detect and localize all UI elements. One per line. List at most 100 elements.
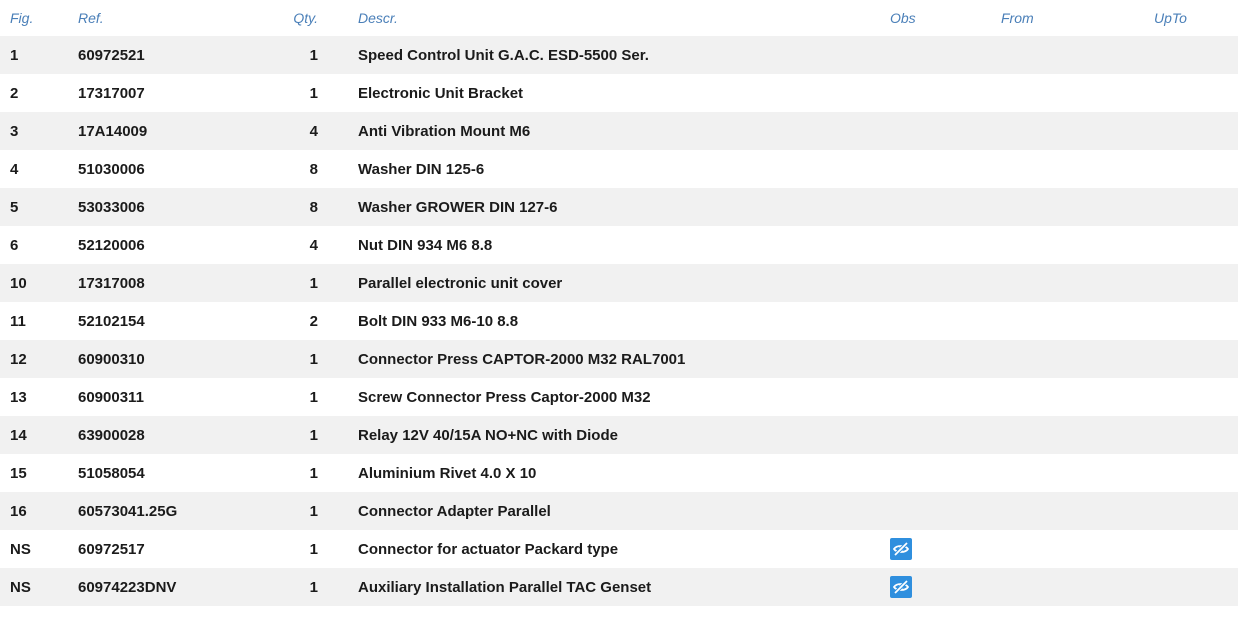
table-row[interactable]: 1 60972521 1 Speed Control Unit G.A.C. ESD-…	[0, 36, 1238, 74]
table-row[interactable]: 11 52102154 2 Bolt DIN 933 M6-10 8.8	[0, 302, 1238, 340]
cell-from	[1001, 378, 1154, 416]
column-header-descr[interactable]: Descr.	[358, 0, 890, 36]
cell-descr: Anti Vibration Mount M6	[358, 112, 890, 150]
cell-fig: 4	[0, 150, 78, 188]
cell-fig: 13	[0, 378, 78, 416]
table-row[interactable]: 12 60900310 1 Connector Press CAPTOR-2000 M…	[0, 340, 1238, 378]
cell-ref: 52102154	[78, 302, 278, 340]
cell-upto	[1154, 226, 1238, 264]
cell-upto	[1154, 454, 1238, 492]
cell-upto	[1154, 74, 1238, 112]
cell-descr: Bolt DIN 933 M6-10 8.8	[358, 302, 890, 340]
column-header-upto[interactable]: UpTo	[1154, 0, 1238, 36]
cell-qty: 4	[278, 226, 358, 264]
cell-fig: 10	[0, 264, 78, 302]
cell-from	[1001, 302, 1154, 340]
table-row[interactable]: 4 51030006 8 Washer DIN 125-6	[0, 150, 1238, 188]
cell-from	[1001, 226, 1154, 264]
cell-ref: 60972521	[78, 36, 278, 74]
table-row[interactable]: NS 60974223DNV 1 Auxiliary Installation Par…	[0, 568, 1238, 606]
cell-upto	[1154, 264, 1238, 302]
eye-slash-icon[interactable]	[890, 538, 912, 560]
parts-table: Fig. Ref. Qty. Descr. Obs From UpTo 1 609…	[0, 0, 1238, 606]
cell-ref: 17317008	[78, 264, 278, 302]
cell-qty: 8	[278, 188, 358, 226]
cell-qty: 1	[278, 492, 358, 530]
cell-descr: Parallel electronic unit cover	[358, 264, 890, 302]
cell-from	[1001, 340, 1154, 378]
cell-obs	[890, 378, 1001, 416]
cell-descr: Electronic Unit Bracket	[358, 74, 890, 112]
cell-ref: 17317007	[78, 74, 278, 112]
cell-ref: 52120006	[78, 226, 278, 264]
cell-qty: 4	[278, 112, 358, 150]
column-header-qty[interactable]: Qty.	[278, 0, 358, 36]
column-header-fig[interactable]: Fig.	[0, 0, 78, 36]
column-header-obs[interactable]: Obs	[890, 0, 1001, 36]
cell-obs	[890, 226, 1001, 264]
table-row[interactable]: 5 53033006 8 Washer GROWER DIN 127-6	[0, 188, 1238, 226]
column-header-ref[interactable]: Ref.	[78, 0, 278, 36]
cell-descr: Connector Adapter Parallel	[358, 492, 890, 530]
table-row[interactable]: NS 60972517 1 Connector for actuator Packar…	[0, 530, 1238, 568]
cell-qty: 1	[278, 530, 358, 568]
cell-fig: NS	[0, 568, 78, 606]
cell-obs	[890, 340, 1001, 378]
cell-qty: 8	[278, 150, 358, 188]
table-row[interactable]: 3 17A14009 4 Anti Vibration Mount M6	[0, 112, 1238, 150]
cell-descr: Nut DIN 934 M6 8.8	[358, 226, 890, 264]
cell-fig: 16	[0, 492, 78, 530]
cell-descr: Washer GROWER DIN 127-6	[358, 188, 890, 226]
cell-obs	[890, 150, 1001, 188]
cell-ref: 60573041.25G	[78, 492, 278, 530]
cell-upto	[1154, 112, 1238, 150]
column-header-from[interactable]: From	[1001, 0, 1154, 36]
cell-from	[1001, 188, 1154, 226]
cell-from	[1001, 530, 1154, 568]
cell-descr: Auxiliary Installation Parallel TAC Gens…	[358, 568, 890, 606]
cell-fig: NS	[0, 530, 78, 568]
cell-fig: 3	[0, 112, 78, 150]
table-row[interactable]: 14 63900028 1 Relay 12V 40/15A NO+NC with D…	[0, 416, 1238, 454]
cell-upto	[1154, 188, 1238, 226]
table-row[interactable]: 13 60900311 1 Screw Connector Press Captor-…	[0, 378, 1238, 416]
cell-obs	[890, 302, 1001, 340]
cell-ref: 63900028	[78, 416, 278, 454]
table-row[interactable]: 6 52120006 4 Nut DIN 934 M6 8.8	[0, 226, 1238, 264]
cell-upto	[1154, 340, 1238, 378]
cell-ref: 60900311	[78, 378, 278, 416]
table-row[interactable]: 10 17317008 1 Parallel electronic unit cove…	[0, 264, 1238, 302]
cell-ref: 51030006	[78, 150, 278, 188]
cell-from	[1001, 74, 1154, 112]
cell-from	[1001, 454, 1154, 492]
cell-fig: 6	[0, 226, 78, 264]
cell-from	[1001, 36, 1154, 74]
table-row[interactable]: 2 17317007 1 Electronic Unit Bracket	[0, 74, 1238, 112]
cell-from	[1001, 568, 1154, 606]
table-row[interactable]: 16 60573041.25G 1 Connector Adapter Paralle…	[0, 492, 1238, 530]
cell-descr: Washer DIN 125-6	[358, 150, 890, 188]
table-row[interactable]: 15 51058054 1 Aluminium Rivet 4.0 X 10	[0, 454, 1238, 492]
cell-qty: 1	[278, 416, 358, 454]
eye-slash-icon[interactable]	[890, 576, 912, 598]
cell-fig: 5	[0, 188, 78, 226]
cell-descr: Aluminium Rivet 4.0 X 10	[358, 454, 890, 492]
cell-qty: 1	[278, 340, 358, 378]
cell-obs	[890, 530, 1001, 568]
cell-fig: 1	[0, 36, 78, 74]
cell-upto	[1154, 530, 1238, 568]
cell-obs	[890, 36, 1001, 74]
cell-fig: 11	[0, 302, 78, 340]
cell-obs	[890, 568, 1001, 606]
cell-from	[1001, 492, 1154, 530]
cell-fig: 15	[0, 454, 78, 492]
cell-ref: 60972517	[78, 530, 278, 568]
cell-descr: Connector for actuator Packard type	[358, 530, 890, 568]
cell-qty: 1	[278, 454, 358, 492]
cell-upto	[1154, 492, 1238, 530]
cell-upto	[1154, 36, 1238, 74]
cell-from	[1001, 416, 1154, 454]
cell-from	[1001, 264, 1154, 302]
cell-qty: 1	[278, 264, 358, 302]
cell-fig: 14	[0, 416, 78, 454]
